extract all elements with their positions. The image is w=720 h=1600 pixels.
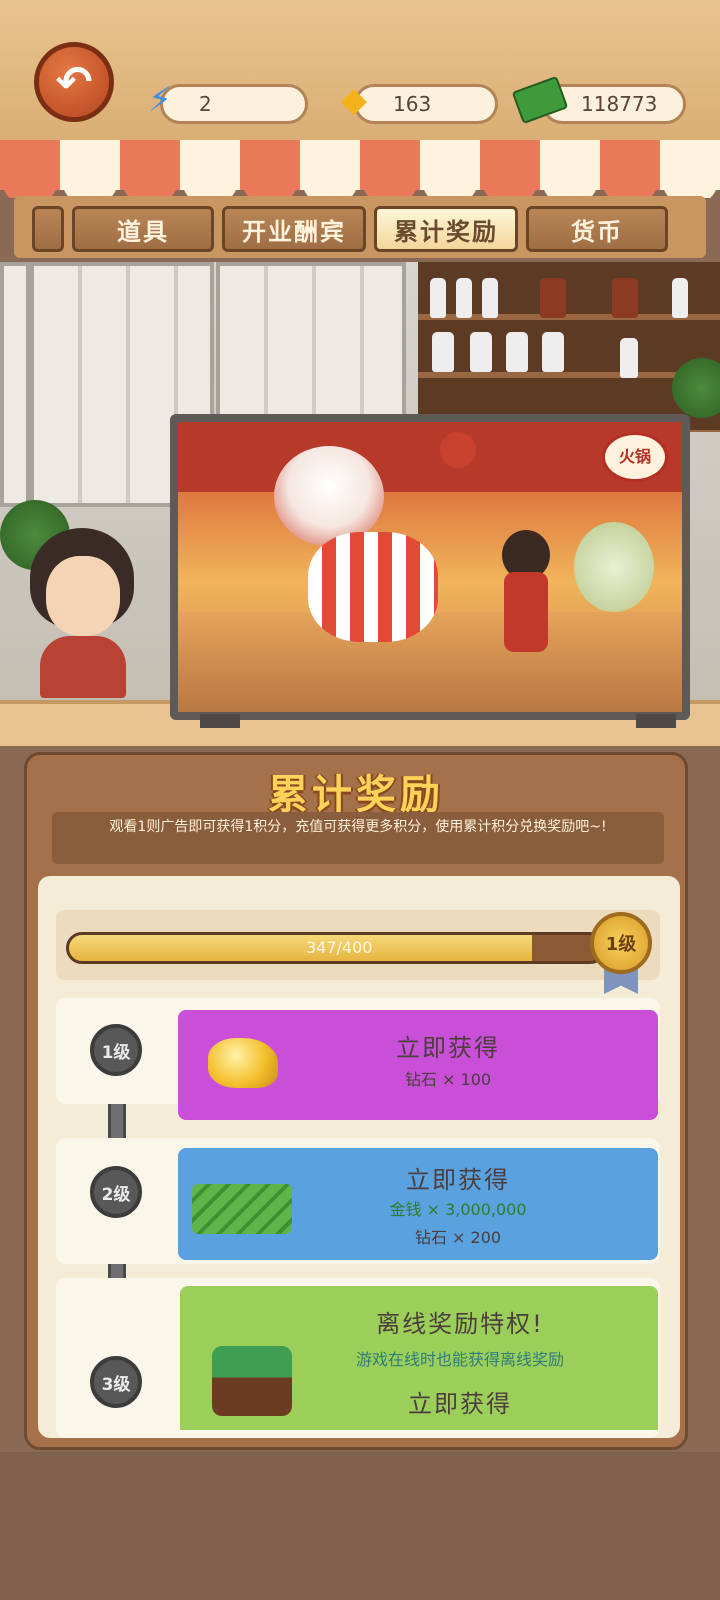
reward-card-3[interactable]: 离线奖励特权! 游戏在线时也能获得离线奖励 立即获得 — [180, 1286, 658, 1430]
energy-value: 2 — [199, 92, 212, 116]
hotpot-sign: 火锅 — [602, 432, 668, 482]
level-marker-1: 1级 — [90, 1024, 142, 1076]
tab-currency-label: 货币 — [571, 217, 623, 246]
lion-head — [274, 446, 384, 546]
boy-body — [504, 572, 548, 652]
reward-card-2-title: 立即获得 — [406, 1166, 510, 1194]
reward-card-3-title: 离线奖励特权! — [376, 1310, 544, 1338]
bottle — [482, 278, 498, 318]
tab-opening-promo[interactable]: 开业酬宾 — [222, 206, 366, 252]
reward-card-2-line-1: 金钱 × 3,000,000 — [389, 1200, 527, 1219]
reward-card-1[interactable]: 立即获得 钻石 × 100 — [178, 1010, 658, 1120]
bottle — [612, 278, 638, 318]
tv-stand-right — [636, 714, 676, 728]
fridge-left-edge — [0, 262, 30, 507]
current-level-badge: 1级 — [590, 912, 652, 974]
plaza-floor — [178, 612, 682, 712]
money-value: 118773 — [581, 92, 658, 116]
panel-title: 累计奖励 — [268, 772, 444, 818]
level-marker-3: 3级 — [90, 1356, 142, 1408]
progress-label: 347/400 — [306, 938, 373, 957]
tv-stand-left — [200, 714, 240, 728]
reward-card-2-line-2: 钻石 × 200 — [414, 1228, 502, 1247]
back-button[interactable]: ↶ — [34, 42, 114, 122]
tab-items[interactable]: 道具 — [72, 206, 214, 252]
reward-card-2[interactable]: 立即获得 金钱 × 3,000,000 钻石 × 200 — [178, 1148, 658, 1260]
reward-card-3-line-1: 游戏在线时也能获得离线奖励 — [355, 1350, 564, 1369]
diamond-icon: ◆ — [340, 80, 368, 120]
bottle — [506, 332, 528, 372]
tab-opening-promo-label: 开业酬宾 — [242, 217, 346, 246]
reward-card-3-line-2: 立即获得 — [408, 1390, 512, 1418]
bottle — [432, 332, 454, 372]
tab-items-label: 道具 — [117, 217, 169, 246]
lion-ball — [440, 432, 476, 468]
reward-card-1-line-1: 钻石 × 100 — [404, 1070, 492, 1089]
tab-cumulative-rewards-label: 累计奖励 — [394, 217, 498, 246]
tab-cumulative-rewards[interactable]: 累计奖励 — [374, 206, 518, 252]
back-arrow-icon: ↶ — [55, 56, 93, 108]
panel-description: 观看1则广告即可获得1积分，充值可获得更多积分，使用累计积分兑换奖励吧~! — [52, 812, 664, 864]
bottom-background — [0, 1452, 720, 1600]
lightning-icon: ⚡ — [148, 80, 172, 120]
bottle — [430, 278, 446, 318]
lion-body — [308, 532, 438, 642]
reward-card-1-title: 立即获得 — [396, 1034, 500, 1062]
cat-character — [574, 522, 654, 612]
bottle — [470, 332, 492, 372]
tab-partial[interactable] — [32, 206, 64, 252]
current-level-text: 1级 — [605, 934, 637, 955]
level-marker-2: 2级 — [90, 1166, 142, 1218]
bottle — [672, 278, 688, 318]
bottle — [620, 338, 638, 378]
tv-ad-screen[interactable]: 火锅 — [178, 422, 682, 712]
shopkeeper-character[interactable] — [22, 528, 142, 698]
cash-icon — [511, 74, 569, 126]
bottle — [456, 278, 472, 318]
diamond-value: 163 — [393, 92, 432, 116]
bottle — [542, 332, 564, 372]
tab-currency[interactable]: 货币 — [526, 206, 668, 252]
awning-scallop — [0, 178, 720, 198]
bottle — [540, 278, 566, 318]
